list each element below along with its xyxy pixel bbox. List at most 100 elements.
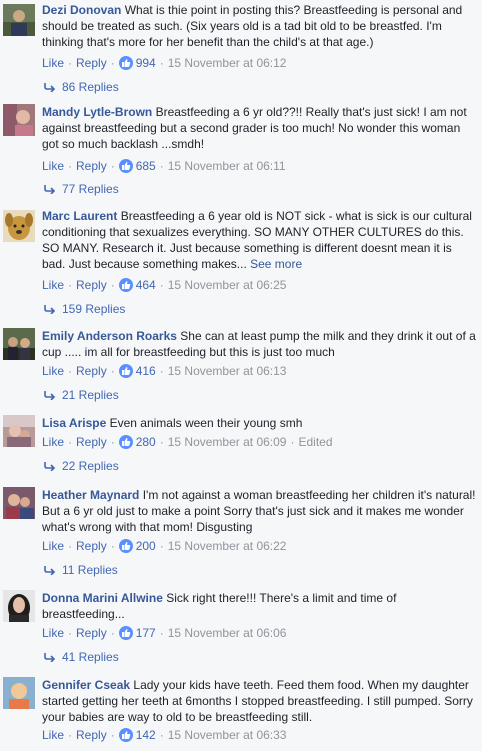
view-replies-link[interactable]: 22 Replies	[44, 457, 119, 475]
comment-actions: Like · Reply · 416 · 15 November at 06:13	[42, 363, 286, 379]
avatar[interactable]	[3, 415, 35, 447]
reply-link[interactable]: Reply	[76, 728, 107, 742]
timestamp[interactable]: 15 November at 06:25	[168, 278, 287, 292]
like-icon	[118, 728, 133, 742]
like-link[interactable]: Like	[42, 539, 64, 553]
comment-body: Mandy Lytle-Brown Breastfeeding a 6 yr o…	[42, 104, 476, 152]
comment-author[interactable]: Heather Maynard	[42, 488, 139, 502]
view-replies-link[interactable]: 159 Replies	[44, 300, 125, 318]
reply-arrow-icon	[44, 180, 62, 198]
like-icon	[118, 539, 133, 553]
reply-arrow-icon	[44, 561, 62, 579]
like-link[interactable]: Like	[42, 364, 64, 378]
separator: ·	[68, 278, 73, 292]
like-count[interactable]: 280	[136, 435, 156, 449]
like-count[interactable]: 994	[136, 56, 156, 70]
avatar[interactable]	[3, 210, 35, 242]
separator: ·	[68, 539, 73, 553]
replies-count[interactable]: 11 Replies	[62, 563, 118, 577]
timestamp[interactable]: 15 November at 06:09	[168, 435, 287, 449]
avatar[interactable]	[3, 590, 35, 622]
like-icon	[118, 435, 133, 449]
timestamp[interactable]: 15 November at 06:12	[168, 56, 287, 70]
comment-author[interactable]: Dezi Donovan	[42, 3, 121, 17]
timestamp[interactable]: 15 November at 06:11	[168, 159, 286, 173]
comment-actions: Like · Reply · 464 · 15 November at 06:25	[42, 277, 286, 293]
reply-arrow-icon	[44, 300, 62, 318]
separator: ·	[159, 539, 164, 553]
comment-author[interactable]: Mandy Lytle-Brown	[42, 105, 152, 119]
like-count[interactable]: 142	[136, 728, 156, 742]
replies-count[interactable]: 41 Replies	[62, 650, 119, 664]
replies-count[interactable]: 21 Replies	[62, 388, 119, 402]
reply-arrow-icon	[44, 648, 62, 666]
separator: ·	[110, 435, 115, 449]
view-replies-link[interactable]: 77 Replies	[44, 180, 119, 198]
timestamp[interactable]: 15 November at 06:33	[168, 728, 287, 742]
comment-body: Marc Laurent Breastfeeding a 6 year old …	[42, 208, 476, 272]
like-link[interactable]: Like	[42, 626, 64, 640]
replies-count[interactable]: 77 Replies	[62, 182, 119, 196]
comment-actions: Like · Reply · 177 · 15 November at 06:06	[42, 625, 286, 641]
avatar[interactable]	[3, 487, 35, 519]
separator: ·	[68, 159, 73, 173]
comment-author[interactable]: Marc Laurent	[42, 209, 117, 223]
timestamp[interactable]: 15 November at 06:13	[168, 364, 287, 378]
separator: ·	[159, 728, 164, 742]
like-icon	[118, 626, 133, 640]
comment-body: Gennifer Cseak Lady your kids have teeth…	[42, 677, 476, 725]
reply-link[interactable]: Reply	[76, 159, 107, 173]
timestamp[interactable]: 15 November at 06:06	[168, 626, 287, 640]
separator: ·	[159, 364, 164, 378]
like-link[interactable]: Like	[42, 278, 64, 292]
reply-link[interactable]: Reply	[76, 56, 107, 70]
separator: ·	[159, 56, 164, 70]
reply-link[interactable]: Reply	[76, 435, 107, 449]
comment-actions: Like · Reply · 280 · 15 November at 06:09 · Edit…	[42, 434, 333, 450]
view-replies-link[interactable]: 21 Replies	[44, 386, 119, 404]
separator: ·	[159, 278, 164, 292]
like-count[interactable]: 685	[136, 159, 156, 173]
separator: ·	[110, 56, 115, 70]
view-replies-link[interactable]: 11 Replies	[44, 561, 118, 579]
reply-link[interactable]: Reply	[76, 626, 107, 640]
separator: ·	[159, 159, 164, 173]
comment-body: Lisa Arispe Even animals ween their youn…	[42, 415, 476, 431]
replies-count[interactable]: 159 Replies	[62, 302, 125, 316]
like-count[interactable]: 464	[136, 278, 156, 292]
reply-link[interactable]: Reply	[76, 539, 107, 553]
comment-feed: Dezi Donovan What is thie point in posti…	[0, 0, 482, 751]
separator: ·	[68, 626, 73, 640]
view-replies-link[interactable]: 41 Replies	[44, 648, 119, 666]
separator: ·	[110, 728, 115, 742]
like-link[interactable]: Like	[42, 728, 64, 742]
avatar[interactable]	[3, 4, 35, 36]
avatar[interactable]	[3, 677, 35, 709]
avatar[interactable]	[3, 328, 35, 360]
like-count[interactable]: 200	[136, 539, 156, 553]
comment-author[interactable]: Lisa Arispe	[42, 416, 106, 430]
comment-body: Dezi Donovan What is thie point in posti…	[42, 2, 476, 50]
view-replies-link[interactable]: 86 Replies	[44, 78, 119, 96]
like-count[interactable]: 177	[136, 626, 156, 640]
replies-count[interactable]: 86 Replies	[62, 80, 119, 94]
separator: ·	[110, 278, 115, 292]
like-link[interactable]: Like	[42, 159, 64, 173]
avatar[interactable]	[3, 104, 35, 136]
comment-body: Emily Anderson Roarks She can at least p…	[42, 328, 476, 360]
timestamp[interactable]: 15 November at 06:22	[168, 539, 287, 553]
like-icon	[118, 278, 133, 292]
see-more-link[interactable]: See more	[250, 257, 302, 271]
replies-count[interactable]: 22 Replies	[62, 459, 119, 473]
comment-author[interactable]: Gennifer Cseak	[42, 678, 130, 692]
reply-link[interactable]: Reply	[76, 278, 107, 292]
reply-link[interactable]: Reply	[76, 364, 107, 378]
like-count[interactable]: 416	[136, 364, 156, 378]
comment-author[interactable]: Emily Anderson Roarks	[42, 329, 177, 343]
edited-label[interactable]: Edited	[298, 435, 332, 449]
like-link[interactable]: Like	[42, 56, 64, 70]
separator: ·	[68, 728, 73, 742]
like-link[interactable]: Like	[42, 435, 64, 449]
like-icon	[118, 56, 133, 70]
comment-author[interactable]: Donna Marini Allwine	[42, 591, 163, 605]
